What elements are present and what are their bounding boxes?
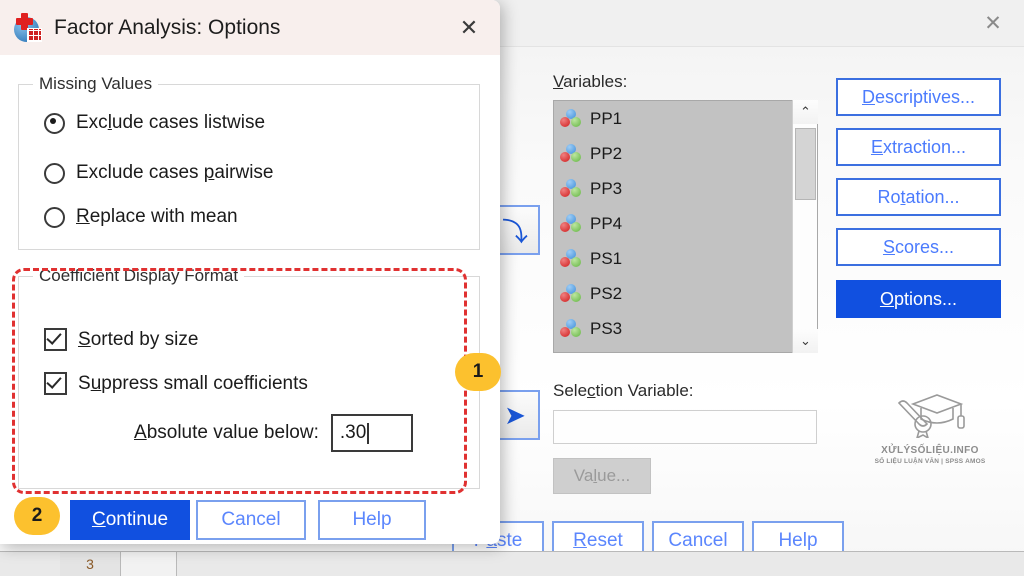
watermark-subtitle: SỐ LIỆU LUẬN VĂN | SPSS AMOS (874, 458, 986, 465)
radio-replace-with-mean[interactable]: Replace with mean (44, 206, 238, 228)
data-grid-strip: 3 (0, 551, 1024, 576)
nominal-variable-icon (560, 108, 582, 129)
callout-badge-2: 2 (14, 497, 60, 535)
callout-badge-1: 1 (455, 353, 501, 391)
watermark-title: XỬLÝSỐLIỆU.INFO (881, 445, 979, 456)
list-item-label: PS3 (590, 318, 623, 338)
radio-icon (44, 112, 65, 134)
spss-app-icon (12, 12, 42, 43)
checkbox-label: Suppress small coefficients (78, 372, 308, 394)
value-button: Va l ue... (553, 458, 651, 494)
descriptives-button[interactable]: Descriptives... (836, 78, 1001, 116)
variables-list[interactable]: PP1 PP2 PP3 PP4 PS1 PS2 PS3 (553, 100, 818, 353)
list-item-label: PP1 (590, 108, 623, 128)
scroll-down-icon[interactable]: ⌄ (793, 329, 818, 353)
list-item[interactable]: PS2 (554, 276, 817, 311)
continue-button[interactable]: Continue (70, 500, 190, 540)
list-item[interactable]: PP4 (554, 206, 817, 241)
rotation-button[interactable]: Ro t ation... (836, 178, 1001, 216)
list-item[interactable]: PP3 (554, 171, 817, 206)
close-icon[interactable]: ✕ (976, 8, 1010, 38)
list-item-label: PS1 (590, 248, 623, 268)
radio-icon (44, 206, 65, 228)
list-item-label: PS2 (590, 283, 623, 303)
scores-button[interactable]: Scores... (836, 228, 1001, 266)
variables-label: Variables: (553, 72, 628, 91)
data-grid-cell[interactable] (121, 552, 177, 576)
list-item[interactable]: PP2 (554, 136, 817, 171)
checkbox-sorted-by-size[interactable]: Sorted by size (44, 328, 198, 351)
missing-values-group-title: Missing Values (33, 74, 159, 94)
move-right-arrow-icon: ➤ (504, 399, 526, 430)
radio-label: Exclude cases listwise (76, 112, 266, 133)
radio-icon (44, 162, 65, 184)
data-grid-row-number: 3 (60, 552, 121, 576)
absolute-value-input[interactable]: .30 (330, 414, 413, 452)
dialog-close-icon[interactable]: ✕ (454, 13, 484, 43)
coefficient-display-format-group-title: Coefficient Display Format (33, 266, 245, 286)
scroll-up-icon[interactable]: ⌃ (793, 100, 818, 124)
text-cursor (367, 422, 369, 444)
absolute-value-text: .30 (339, 422, 367, 443)
radio-label: Exclude cases pairwise (76, 162, 274, 183)
dialog-help-button[interactable]: Help (318, 500, 426, 540)
list-item[interactable]: PS1 (554, 241, 817, 276)
checkbox-suppress-small-coefficients[interactable]: Suppress small coefficients (44, 372, 308, 395)
variables-label-rest: ariables: (563, 72, 628, 91)
scrollbar-thumb[interactable] (795, 128, 816, 200)
watermark-logo: XỬLÝSỐLIỆU.INFO SỐ LIỆU LUẬN VĂN | SPSS … (855, 386, 1005, 465)
list-item-label: PP4 (590, 213, 623, 233)
checkbox-icon (44, 328, 67, 351)
dialog-title: Factor Analysis: Options (54, 15, 281, 39)
radio-label: Replace with mean (76, 206, 238, 227)
selection-variable-input[interactable] (553, 410, 817, 444)
list-item-label: PP3 (590, 178, 623, 198)
checkbox-icon (44, 372, 67, 395)
absolute-value-label: Absolute value below: (134, 422, 319, 443)
nominal-variable-icon (560, 283, 582, 304)
factor-analysis-options-dialog: Factor Analysis: Options ✕ Missing Value… (0, 0, 500, 544)
nominal-variable-icon (560, 143, 582, 164)
checkbox-label: Sorted by size (78, 328, 199, 350)
radio-exclude-cases-listwise[interactable]: Exclude cases listwise (44, 112, 265, 134)
selection-variable-label: Selection Variable: (553, 381, 694, 400)
dialog-titlebar: Factor Analysis: Options (0, 0, 500, 55)
nominal-variable-icon (560, 178, 582, 199)
graduation-cap-icon (897, 394, 965, 440)
list-item[interactable]: PS3 (554, 311, 817, 346)
dialog-cancel-button[interactable]: Cancel (196, 500, 306, 540)
list-item[interactable]: PP1 (554, 101, 817, 136)
radio-exclude-cases-pairwise[interactable]: Exclude cases pairwise (44, 162, 274, 184)
nominal-variable-icon (560, 248, 582, 269)
extraction-button[interactable]: Extraction... (836, 128, 1001, 166)
list-item-label: PP2 (590, 143, 623, 163)
nominal-variable-icon (560, 213, 582, 234)
options-button[interactable]: Options... (836, 280, 1001, 318)
move-up-arrow-icon: ⤵ (501, 216, 528, 247)
absolute-value-row: Absolute value below: .30 (134, 414, 413, 452)
nominal-variable-icon (560, 318, 582, 339)
variables-list-scrollbar[interactable]: ⌃ ⌄ (792, 100, 818, 353)
